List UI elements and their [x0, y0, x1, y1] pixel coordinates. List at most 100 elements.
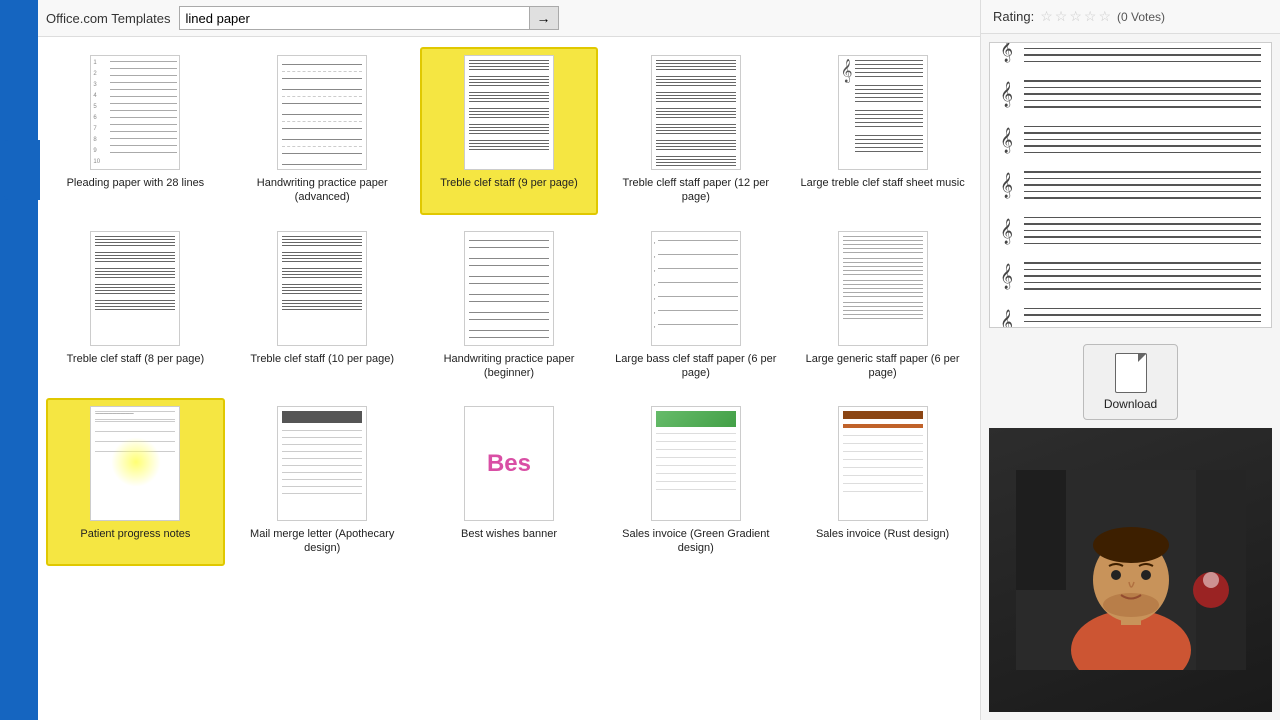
search-input[interactable]	[180, 8, 529, 29]
star-3[interactable]: ☆	[1069, 8, 1082, 25]
preview-staff-row: 𝄞	[1000, 262, 1261, 290]
preview-area: 𝄞𝄞𝄞𝄞𝄞𝄞𝄞𝄞𝄞	[989, 42, 1272, 328]
staff-line	[1024, 152, 1261, 154]
preview-staff-row: 𝄞	[1000, 42, 1261, 62]
templates-scroll[interactable]: 1234567891011121314Pleading paper with 2…	[38, 37, 980, 720]
webcam-feed	[989, 428, 1272, 712]
staff-line	[1024, 48, 1261, 50]
download-section: Download	[981, 336, 1280, 428]
staff-lines	[1024, 262, 1261, 290]
header-bar: Office.com Templates →	[38, 0, 980, 37]
star-2[interactable]: ☆	[1055, 8, 1068, 25]
template-label-handwriting-beginner: Handwriting practice paper (beginner)	[426, 352, 593, 381]
staff-line	[1024, 126, 1261, 128]
template-label-pleading-28: Pleading paper with 28 lines	[67, 176, 205, 190]
staff-line	[1024, 288, 1261, 290]
search-button[interactable]: →	[529, 7, 558, 29]
staff-lines	[1024, 308, 1261, 328]
webcam-svg	[1016, 470, 1246, 670]
search-box: →	[179, 6, 559, 30]
template-label-treble-10: Treble clef staff (10 per page)	[250, 352, 394, 366]
staff-line	[1024, 54, 1261, 56]
staff-line	[1024, 42, 1261, 43]
staff-line	[1024, 191, 1261, 193]
template-item-treble-9[interactable]: Treble clef staff (9 per page)	[420, 47, 599, 215]
template-item-large-treble[interactable]: 𝄞Large treble clef staff sheet music	[793, 47, 972, 215]
staff-line	[1024, 223, 1261, 225]
staff-line	[1024, 100, 1261, 102]
star-4[interactable]: ☆	[1084, 8, 1097, 25]
template-item-treble-cleff-12[interactable]: Treble cleff staff paper (12 per page)	[606, 47, 785, 215]
staff-lines	[1024, 80, 1261, 108]
template-item-large-generic[interactable]: Large generic staff paper (6 per page)	[793, 223, 972, 391]
preview-clef-symbol: 𝄞	[1000, 81, 1020, 107]
preview-staff-row: 𝄞	[1000, 308, 1261, 328]
staff-line	[1024, 184, 1261, 186]
stars: ☆ ☆ ☆ ☆ ☆	[1040, 8, 1111, 25]
template-label-large-treble: Large treble clef staff sheet music	[800, 176, 964, 190]
staff-line	[1024, 139, 1261, 141]
preview-clef-symbol: 𝄞	[1000, 172, 1020, 198]
template-item-pleading-28[interactable]: 1234567891011121314Pleading paper with 2…	[46, 47, 225, 215]
main-area: Office.com Templates → 12345678910111213…	[38, 0, 980, 720]
template-label-treble-9: Treble clef staff (9 per page)	[440, 176, 578, 190]
download-button[interactable]: Download	[1083, 344, 1178, 420]
template-item-large-bass[interactable]: ‚‚‚‚‚‚‚Large bass clef staff paper (6 pe…	[606, 223, 785, 391]
staff-line	[1024, 262, 1261, 264]
webcam-area	[989, 428, 1272, 712]
template-label-patient-notes: Patient progress notes	[80, 527, 190, 541]
star-1[interactable]: ☆	[1040, 8, 1053, 25]
preview-staff-row: 𝄞	[1000, 80, 1261, 108]
votes-label: (0 Votes)	[1117, 10, 1165, 24]
preview-clef-symbol: 𝄞	[1000, 127, 1020, 153]
staff-line	[1024, 132, 1261, 134]
preview-staff-row: 𝄞	[1000, 217, 1261, 245]
template-item-mail-merge[interactable]: Mail merge letter (Apothecary design)	[233, 398, 412, 566]
staff-line	[1024, 197, 1261, 199]
header-title: Office.com Templates	[46, 11, 171, 26]
template-label-large-generic: Large generic staff paper (6 per page)	[799, 352, 966, 381]
staff-lines	[1024, 217, 1261, 245]
template-item-sales-rust[interactable]: Sales invoice (Rust design)	[793, 398, 972, 566]
template-label-treble-cleff-12: Treble cleff staff paper (12 per page)	[612, 176, 779, 205]
staff-line	[1024, 93, 1261, 95]
template-label-large-bass: Large bass clef staff paper (6 per page)	[612, 352, 779, 381]
staff-line	[1024, 243, 1261, 245]
staff-line	[1024, 275, 1261, 277]
template-label-handwriting-advanced: Handwriting practice paper (advanced)	[239, 176, 406, 205]
template-item-patient-notes[interactable]: ─────────Patient progress notes	[46, 398, 225, 566]
staff-lines	[1024, 42, 1261, 62]
staff-line	[1024, 106, 1261, 108]
staff-line	[1024, 178, 1261, 180]
template-label-best-wishes: Best wishes banner	[461, 527, 557, 541]
rating-bar: Rating: ☆ ☆ ☆ ☆ ☆ (0 Votes)	[981, 0, 1280, 34]
preview-clef-symbol: 𝄞	[1000, 309, 1020, 329]
template-label-mail-merge: Mail merge letter (Apothecary design)	[239, 527, 406, 556]
rating-label: Rating:	[993, 9, 1034, 24]
preview-clef-symbol: 𝄞	[1000, 42, 1020, 62]
template-item-sales-green[interactable]: Sales invoice (Green Gradient design)	[606, 398, 785, 566]
staff-line	[1024, 282, 1261, 284]
template-label-sales-rust: Sales invoice (Rust design)	[816, 527, 949, 541]
template-item-treble-8[interactable]: Treble clef staff (8 per page)	[46, 223, 225, 391]
template-item-handwriting-advanced[interactable]: Handwriting practice paper (advanced)	[233, 47, 412, 215]
staff-lines	[1024, 171, 1261, 199]
staff-line	[1024, 230, 1261, 232]
sidebar-tab[interactable]	[4, 140, 40, 200]
template-item-treble-10[interactable]: Treble clef staff (10 per page)	[233, 223, 412, 391]
document-icon	[1115, 353, 1147, 393]
right-panel: Rating: ☆ ☆ ☆ ☆ ☆ (0 Votes) 𝄞𝄞𝄞𝄞𝄞𝄞𝄞𝄞𝄞 Do…	[980, 0, 1280, 720]
preview-clef-symbol: 𝄞	[1000, 263, 1020, 289]
template-item-best-wishes[interactable]: BesBest wishes banner	[420, 398, 599, 566]
staff-line	[1024, 171, 1261, 173]
staff-line	[1024, 314, 1261, 316]
left-sidebar	[0, 0, 38, 720]
preview-staff-row: 𝄞	[1000, 126, 1261, 154]
preview-clef-symbol: 𝄞	[1000, 218, 1020, 244]
star-5[interactable]: ☆	[1098, 8, 1111, 25]
staff-line	[1024, 321, 1261, 323]
template-label-treble-8: Treble clef staff (8 per page)	[67, 352, 205, 366]
staff-line	[1024, 87, 1261, 89]
staff-line	[1024, 327, 1261, 328]
template-item-handwriting-beginner[interactable]: Handwriting practice paper (beginner)	[420, 223, 599, 391]
